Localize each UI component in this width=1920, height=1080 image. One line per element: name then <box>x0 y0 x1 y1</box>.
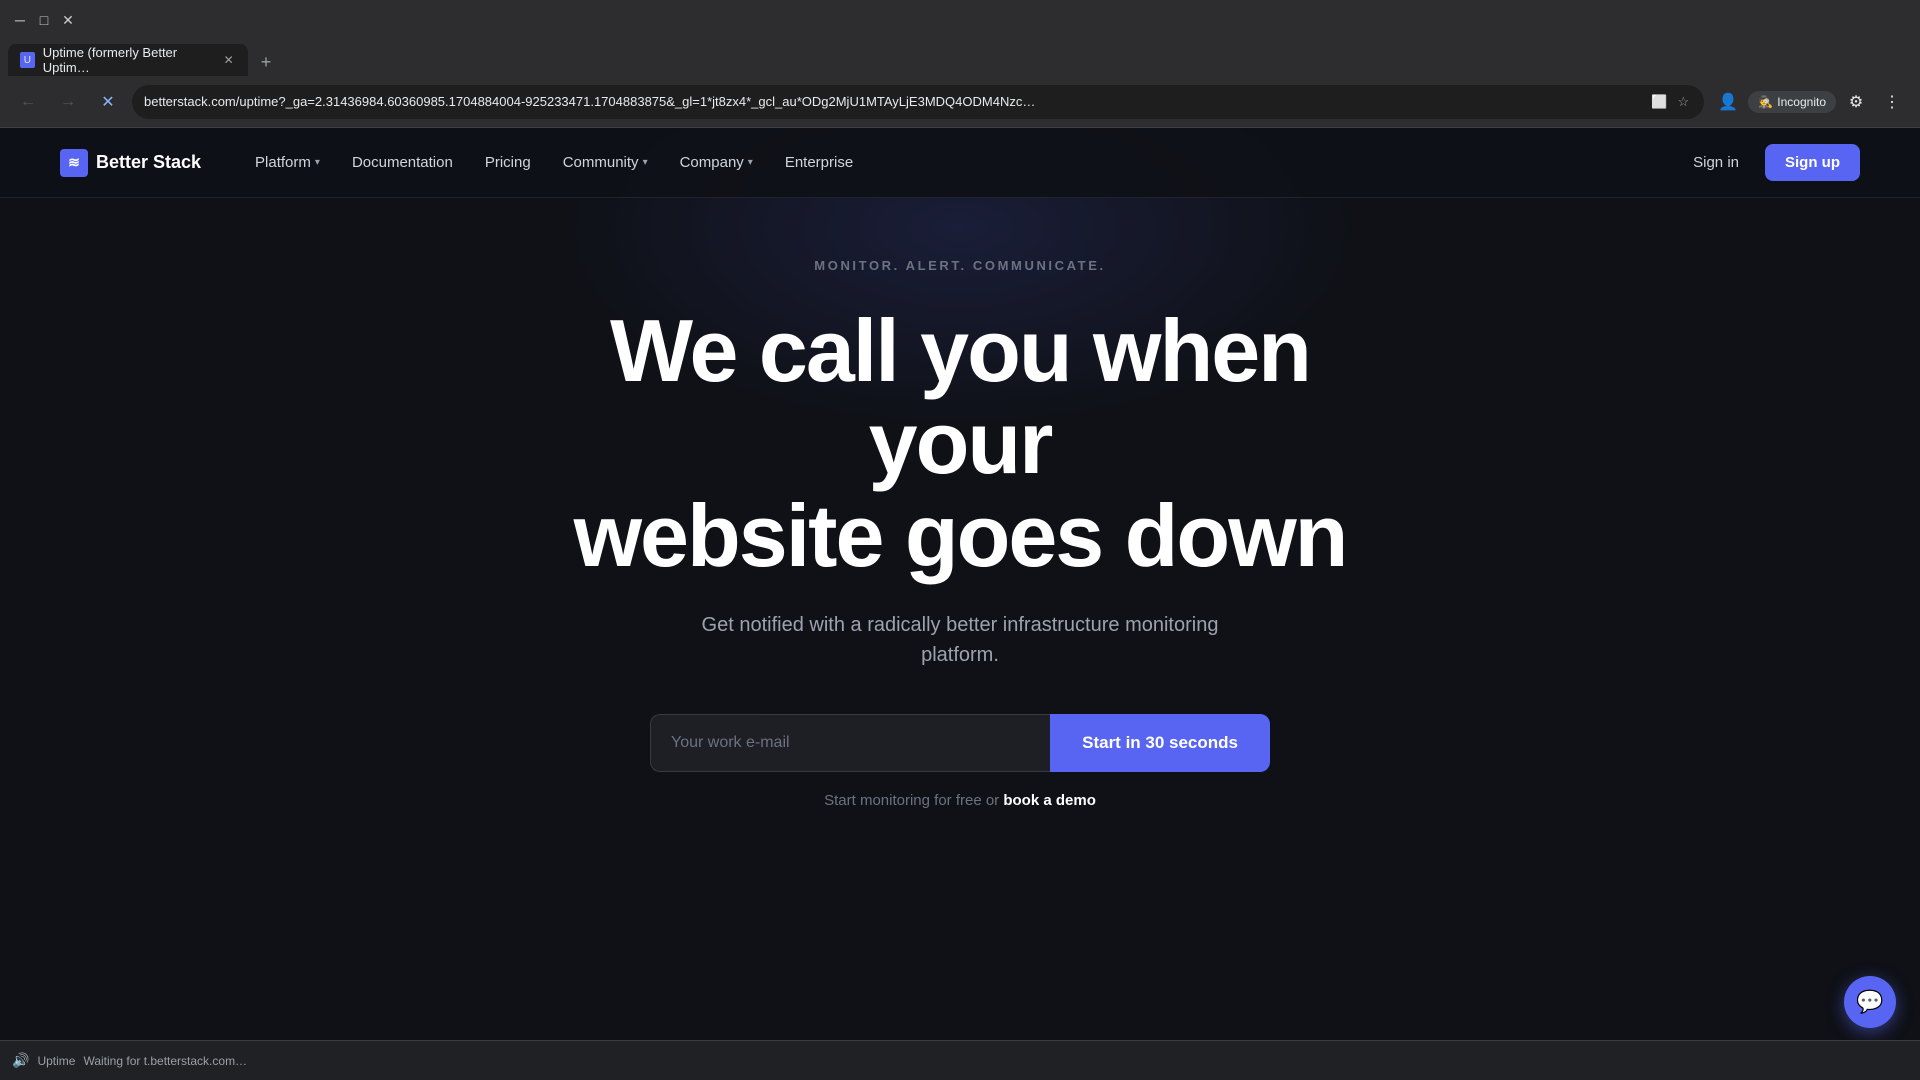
tab-bar: U Uptime (formerly Better Uptim… ✕ + <box>0 40 1920 76</box>
address-text: betterstack.com/uptime?_ga=2.31436984.60… <box>144 94 1642 109</box>
back-button[interactable]: ← <box>12 86 44 118</box>
nav-item-company[interactable]: Company ▾ <box>666 146 767 179</box>
hero-title-line2: website goes down <box>574 486 1347 585</box>
maximize-button[interactable]: □ <box>36 12 52 28</box>
extensions-button[interactable]: ⚙ <box>1840 86 1872 118</box>
signin-button[interactable]: Sign in <box>1679 146 1753 179</box>
tab-title: Uptime (formerly Better Uptim… <box>43 45 214 75</box>
email-input[interactable] <box>650 714 1050 772</box>
bottom-tab-label: Uptime <box>37 1054 75 1068</box>
audio-icon: 🔊 <box>12 1052 29 1069</box>
incognito-badge: 🕵 Incognito <box>1748 91 1836 113</box>
nav-item-community[interactable]: Community ▾ <box>549 146 662 179</box>
menu-button[interactable]: ⋮ <box>1876 86 1908 118</box>
hero-eyebrow: MONITOR. ALERT. COMMUNICATE. <box>814 258 1105 273</box>
cta-button[interactable]: Start in 30 seconds <box>1050 714 1270 772</box>
chat-widget-icon: 💬 <box>1856 989 1883 1015</box>
community-chevron-icon: ▾ <box>643 157 648 168</box>
toolbar-right: 👤 🕵 Incognito ⚙ ⋮ <box>1712 86 1908 118</box>
page-content: ≋ Better Stack Platform ▾ Documentation … <box>0 128 1920 1080</box>
hero-title-line1: We call you when your <box>610 301 1310 492</box>
reload-button[interactable]: ✕ <box>92 86 124 118</box>
nav-company-label: Company <box>680 154 744 171</box>
close-button[interactable]: ✕ <box>60 12 76 28</box>
platform-chevron-icon: ▾ <box>315 157 320 168</box>
logo[interactable]: ≋ Better Stack <box>60 149 201 177</box>
bottom-bar: 🔊 Uptime Waiting for t.betterstack.com… <box>0 1040 1920 1080</box>
browser-chrome: ─ □ ✕ U Uptime (formerly Better Uptim… ✕… <box>0 0 1920 128</box>
active-tab[interactable]: U Uptime (formerly Better Uptim… ✕ <box>8 44 248 76</box>
nav-platform-label: Platform <box>255 154 311 171</box>
nav-links: Platform ▾ Documentation Pricing Communi… <box>241 146 1679 179</box>
browser-toolbar: ← → ✕ betterstack.com/uptime?_ga=2.31436… <box>0 76 1920 128</box>
nav-item-platform[interactable]: Platform ▾ <box>241 146 334 179</box>
book-demo-link[interactable]: book a demo <box>1003 792 1096 809</box>
nav-right: Sign in Sign up <box>1679 144 1860 181</box>
nav-item-pricing[interactable]: Pricing <box>471 146 545 179</box>
nav-item-documentation[interactable]: Documentation <box>338 146 467 179</box>
minimize-button[interactable]: ─ <box>12 12 28 28</box>
hero-subtitle: Get notified with a radically better inf… <box>660 610 1260 670</box>
incognito-icon: 🕵 <box>1758 95 1773 109</box>
profile-button[interactable]: 👤 <box>1712 86 1744 118</box>
company-chevron-icon: ▾ <box>748 157 753 168</box>
window-controls: ─ □ ✕ <box>12 12 76 28</box>
nav-enterprise-label: Enterprise <box>785 154 853 171</box>
incognito-label: Incognito <box>1777 95 1826 109</box>
address-icons: ⬜ ☆ <box>1650 93 1692 111</box>
hero-section: MONITOR. ALERT. COMMUNICATE. We call you… <box>0 198 1920 849</box>
nav-pricing-label: Pricing <box>485 154 531 171</box>
nav-item-enterprise[interactable]: Enterprise <box>771 146 867 179</box>
logo-icon: ≋ <box>60 149 88 177</box>
nav-community-label: Community <box>563 154 639 171</box>
bookmark-icon[interactable]: ☆ <box>1674 93 1692 111</box>
forward-button[interactable]: → <box>52 86 84 118</box>
footnote-text: Start monitoring for free or <box>824 792 1003 809</box>
hero-footnote: Start monitoring for free or book a demo <box>824 792 1096 809</box>
nav-documentation-label: Documentation <box>352 154 453 171</box>
browser-titlebar: ─ □ ✕ <box>0 0 1920 40</box>
signup-button[interactable]: Sign up <box>1765 144 1860 181</box>
address-bar[interactable]: betterstack.com/uptime?_ga=2.31436984.60… <box>132 85 1704 119</box>
tab-close-button[interactable]: ✕ <box>221 52 236 68</box>
hero-form: Start in 30 seconds <box>650 714 1270 772</box>
logo-text: Better Stack <box>96 152 201 173</box>
tab-favicon: U <box>20 52 35 68</box>
new-tab-button[interactable]: + <box>252 48 280 76</box>
screen-cast-icon[interactable]: ⬜ <box>1650 93 1668 111</box>
hero-title: We call you when your website goes down <box>510 305 1410 582</box>
navbar: ≋ Better Stack Platform ▾ Documentation … <box>0 128 1920 198</box>
status-text: Waiting for t.betterstack.com… <box>83 1054 247 1068</box>
chat-widget[interactable]: 💬 <box>1844 976 1896 1028</box>
